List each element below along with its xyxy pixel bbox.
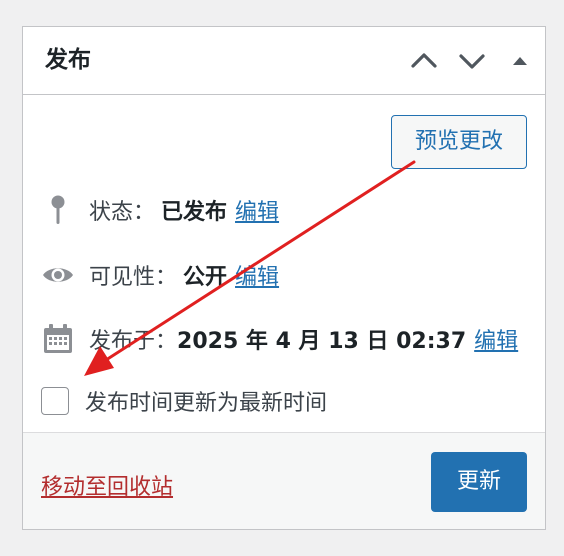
canvas: 发布 预览更改 状态： 已发布 编辑 可见性： 公开 编辑 发布于： 2025 … xyxy=(0,0,564,556)
preview-changes-button[interactable]: 预览更改 xyxy=(391,115,527,169)
chevron-down-icon xyxy=(459,54,485,69)
panel-footer: 移动至回收站 更新 xyxy=(23,432,545,529)
publish-panel: 发布 预览更改 状态： 已发布 编辑 可见性： 公开 编辑 发布于： 2025 … xyxy=(22,26,546,530)
eye-icon xyxy=(41,258,75,292)
pin-icon xyxy=(41,193,75,227)
move-to-trash-link[interactable]: 移动至回收站 xyxy=(41,469,173,501)
move-up-button[interactable] xyxy=(407,45,441,77)
edit-visibility-link[interactable]: 编辑 xyxy=(235,259,279,291)
triangle-up-icon xyxy=(513,57,527,65)
panel-header: 发布 xyxy=(23,27,545,95)
update-button[interactable]: 更新 xyxy=(431,452,527,512)
publish-date-value: 2025 年 4 月 13 日 02:37 xyxy=(177,329,467,354)
toggle-panel-button[interactable] xyxy=(505,45,535,77)
visibility-label: 可见性： xyxy=(89,265,178,290)
edit-publish-date-link[interactable]: 编辑 xyxy=(474,323,518,355)
update-time-checkbox-row: 发布时间更新为最新时间 xyxy=(41,383,327,419)
edit-status-link[interactable]: 编辑 xyxy=(235,194,279,226)
panel-title: 发布 xyxy=(45,47,91,73)
publish-date-row: 发布于： 2025 年 4 月 13 日 02:37 编辑 xyxy=(41,319,518,359)
status-label: 状态： xyxy=(89,200,156,225)
move-down-button[interactable] xyxy=(455,45,489,77)
status-value: 已发布 xyxy=(161,200,228,225)
update-time-checkbox[interactable] xyxy=(41,387,69,415)
publish-date-label: 发布于： xyxy=(89,329,178,354)
calendar-icon xyxy=(41,322,75,356)
update-time-checkbox-label[interactable]: 发布时间更新为最新时间 xyxy=(85,385,327,417)
status-row: 状态： 已发布 编辑 xyxy=(41,190,279,230)
visibility-value: 公开 xyxy=(183,265,228,290)
chevron-up-icon xyxy=(411,53,437,68)
visibility-row: 可见性： 公开 编辑 xyxy=(41,255,279,295)
